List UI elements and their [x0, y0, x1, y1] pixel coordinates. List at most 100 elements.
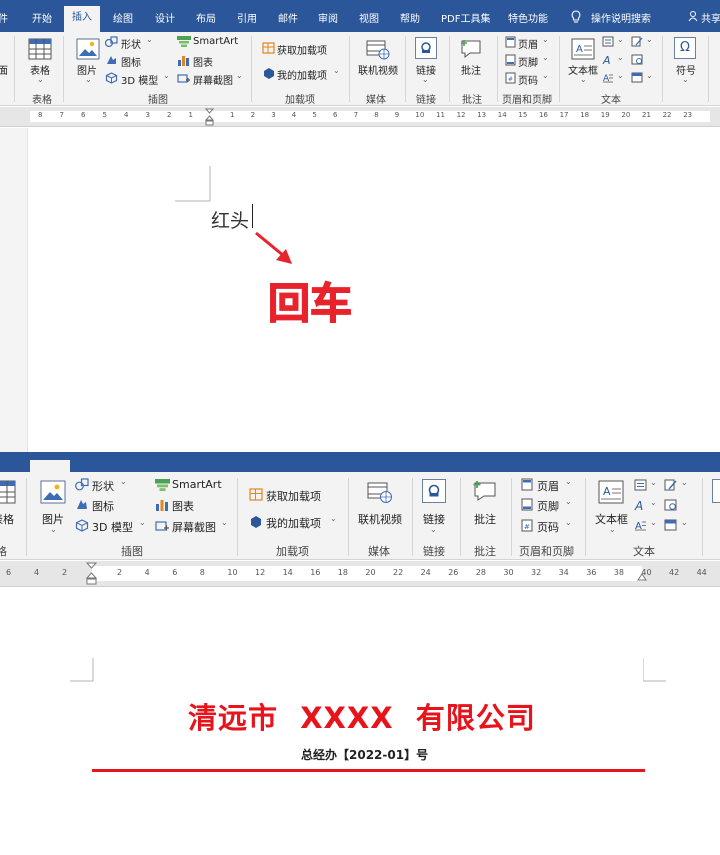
- tab-features[interactable]: 特色功能: [508, 10, 548, 25]
- chevron-down-icon: ⌄: [37, 75, 44, 84]
- horizontal-ruler[interactable]: 6 4 2 2 4 6 8 10 12 14 16 18 20 22 24 26 28 30 32 34 36 38 40 4…: [0, 561, 720, 587]
- chevron-down-icon: ⌄: [565, 477, 572, 486]
- header-button[interactable]: 页眉: [537, 478, 559, 494]
- tab-view[interactable]: 视图: [359, 10, 379, 25]
- chart-button[interactable]: 图表: [172, 498, 194, 514]
- indent-marker-icon[interactable]: [86, 561, 97, 587]
- ruler-tick-label: 15: [518, 111, 528, 119]
- ruler-tick-label: 40: [641, 568, 652, 577]
- document-number[interactable]: 总经办【2022-01】号: [301, 746, 428, 763]
- tab-references[interactable]: 引用: [237, 10, 257, 25]
- tab-mailings[interactable]: 邮件: [278, 10, 298, 25]
- tab-insert[interactable]: 插入: [64, 6, 100, 32]
- cube-3d-icon: [105, 72, 118, 84]
- ruler-tick-label: 34: [558, 568, 569, 577]
- group-label-text: 文本: [633, 545, 655, 558]
- tab-layout[interactable]: 布局: [196, 10, 216, 25]
- tell-me-search[interactable]: 操作说明搜索: [591, 10, 651, 25]
- page-number-button[interactable]: 页码: [518, 72, 538, 87]
- signature-line-icon: [631, 36, 643, 47]
- screenshot-button[interactable]: 屏幕截图: [172, 519, 216, 535]
- group-separator: [497, 36, 498, 102]
- ribbon-cover-label[interactable]: 面: [0, 62, 8, 77]
- ruler-tick-label: 22: [393, 568, 404, 577]
- page-number-button[interactable]: 页码: [537, 519, 559, 535]
- chevron-down-icon: ⌄: [221, 518, 228, 527]
- table-button[interactable]: 表格: [0, 511, 14, 527]
- ruler-tick-label: 28: [475, 568, 486, 577]
- comment-icon: [461, 40, 481, 59]
- shapes-button[interactable]: 形状: [121, 36, 141, 51]
- shapes-button[interactable]: 形状: [92, 478, 114, 494]
- tab-review[interactable]: 审阅: [318, 10, 338, 25]
- symbol-icon-clipped: [712, 479, 720, 503]
- online-video-button[interactable]: 联机视频: [358, 511, 402, 527]
- ribbon-insert: 面 表格 ⌄ 图片 ⌄ 形状 ⌄ 图标 3D 模型 ⌄ SmartArt 图表 …: [0, 32, 720, 106]
- icons-button[interactable]: 图标: [121, 54, 141, 69]
- chevron-down-icon: ⌄: [139, 518, 146, 527]
- wordart-icon: A: [634, 499, 643, 511]
- tab-help[interactable]: 帮助: [400, 10, 420, 25]
- my-addins-button[interactable]: 我的加载项: [277, 67, 327, 82]
- tab-design[interactable]: 设计: [155, 10, 175, 25]
- group-label-media: 媒体: [368, 545, 390, 558]
- tab-home[interactable]: 开始: [32, 10, 52, 25]
- ruler-tick-label: 19: [600, 111, 610, 119]
- tab-pdf-tools[interactable]: PDF工具集: [441, 10, 490, 25]
- get-addins-button[interactable]: 获取加载项: [266, 488, 321, 504]
- indent-marker-icon[interactable]: [205, 107, 214, 127]
- ruler-tick-label: 44: [696, 568, 707, 577]
- online-video-button[interactable]: 联机视频: [358, 62, 398, 77]
- group-label-illustrations: 插图: [148, 95, 168, 106]
- header-button[interactable]: 页眉: [518, 36, 538, 51]
- ruler-tick-label: 7: [59, 111, 64, 119]
- link-icon: [422, 479, 446, 503]
- ruler-tick-label: 6: [81, 111, 86, 119]
- menu-tab-bar: 件 开始 插入 绘图 设计 布局 引用 邮件 审阅 视图 帮助 PDF工具集 特…: [0, 0, 720, 32]
- tab-file[interactable]: 件: [0, 10, 8, 25]
- margin-corner-mark: [643, 658, 666, 682]
- group-separator: [511, 478, 512, 556]
- group-label-text: 文本: [601, 95, 621, 106]
- my-addins-button[interactable]: 我的加载项: [266, 515, 321, 531]
- ruler-tick-label: 36: [586, 568, 597, 577]
- group-label-links: 链接: [423, 545, 445, 558]
- footer-button[interactable]: 页脚: [518, 54, 538, 69]
- chevron-down-icon: ⌄: [163, 71, 170, 80]
- ruler-tick-label: 6: [172, 568, 178, 577]
- horizontal-ruler[interactable]: 8 7 6 5 4 3 2 1 1 2 3 4 5 6 7 8 9 10 11 12 13 14 15 16 17 18 19 20 2…: [0, 107, 720, 127]
- svg-text:A: A: [634, 499, 643, 511]
- get-addins-button[interactable]: 获取加载项: [277, 42, 327, 57]
- chevron-down-icon: ⌄: [542, 53, 549, 62]
- chevron-down-icon: ⌄: [50, 525, 57, 534]
- group-label-header-footer: 页眉和页脚: [519, 545, 574, 558]
- share-button[interactable]: 共享: [701, 10, 720, 25]
- icons-button[interactable]: 图标: [92, 498, 114, 514]
- model-3d-button[interactable]: 3D 模型: [121, 72, 158, 87]
- chevron-down-icon: ⌄: [646, 71, 653, 80]
- chart-button[interactable]: 图表: [193, 54, 213, 69]
- document-text-hongtou[interactable]: 红头: [211, 206, 249, 233]
- smartart-button[interactable]: SmartArt: [172, 478, 222, 491]
- model-3d-button[interactable]: 3D 模型: [92, 519, 133, 535]
- comment-button[interactable]: 批注: [474, 511, 496, 527]
- ruler-tick-label: 4: [124, 111, 129, 119]
- ruler-tick-label: 5: [312, 111, 317, 119]
- ruler-tick-label: 18: [337, 568, 348, 577]
- date-time-icon: [664, 499, 677, 511]
- document-canvas: 清远市 XXXX 有限公司 总经办【2022-01】号: [0, 588, 720, 855]
- screenshot-button[interactable]: 屏幕截图: [193, 72, 233, 87]
- company-title[interactable]: 清远市 XXXX 有限公司: [188, 695, 536, 737]
- svg-text:#: #: [524, 523, 530, 531]
- comment-button[interactable]: 批注: [461, 62, 481, 77]
- page-number-icon: #: [521, 519, 533, 532]
- tab-insert-clipped[interactable]: [30, 460, 70, 472]
- footer-button[interactable]: 页脚: [537, 498, 559, 514]
- ruler-tick-label: 17: [559, 111, 569, 119]
- smartart-button[interactable]: SmartArt: [193, 36, 238, 47]
- group-label-tables: 表格: [32, 95, 52, 106]
- tab-draw[interactable]: 绘图: [113, 10, 133, 25]
- shapes-icon: [105, 36, 118, 48]
- screenshot-bottom: 表格 图片 ⌄ 形状 ⌄ 图标 3D 模型 ⌄ SmartArt 图表 屏幕截图: [0, 452, 720, 855]
- ruler-tick-label: 20: [621, 111, 631, 119]
